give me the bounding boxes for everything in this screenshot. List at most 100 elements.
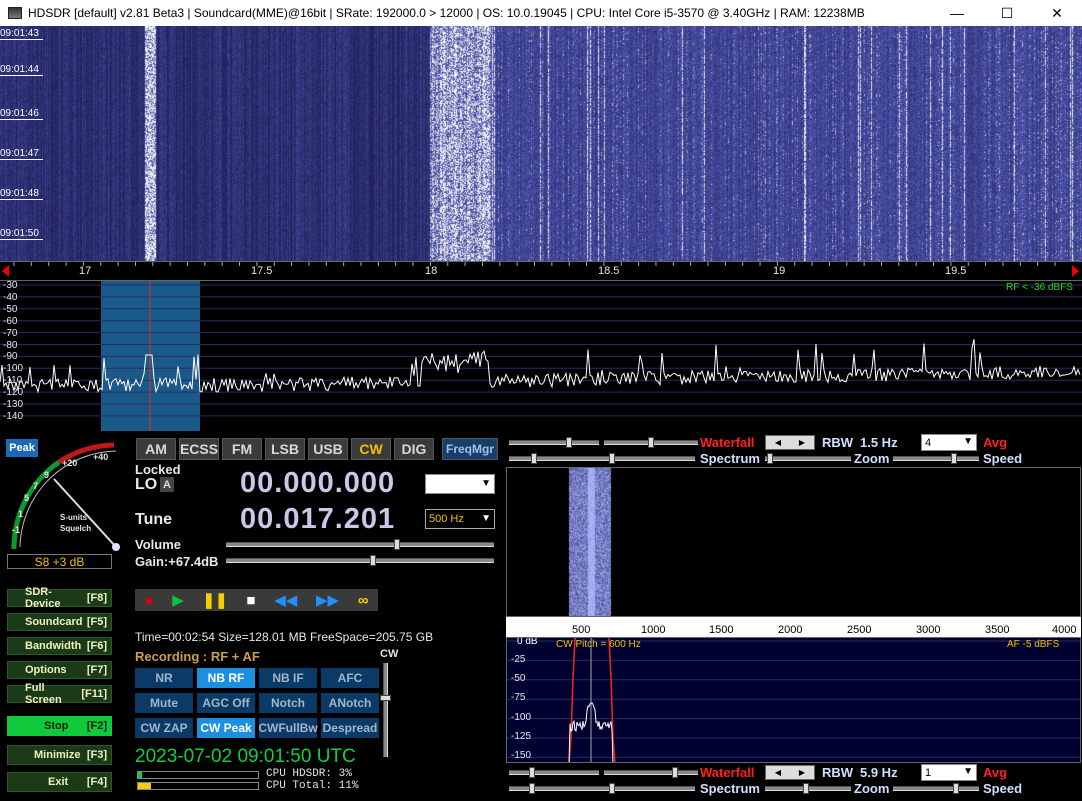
rf-speed-slider[interactable] [893, 453, 979, 464]
lo-step-dropdown[interactable]: ▼ [425, 474, 495, 494]
mute-button[interactable]: Mute [135, 693, 193, 713]
af-freq-label: 3500 [985, 624, 1010, 636]
rf-waterfall-slider-2[interactable] [604, 437, 698, 448]
rf-spectrum-slider[interactable] [509, 453, 695, 464]
rf-spectrum[interactable]: -30 -40 -50 -60 -70 -80 -90 -100 -110 -120 -130 -14… [0, 280, 1082, 431]
pause-icon[interactable]: ❚❚ [202, 591, 227, 609]
slider-thumb[interactable] [672, 767, 678, 778]
af-scale: 500 1000 1500 2000 2500 3000 3500 4000 [506, 617, 1081, 637]
right-arrow-icon[interactable]: ▶ [799, 438, 805, 447]
close-window-button[interactable]: ✕ [1032, 0, 1082, 26]
soundcard-button[interactable]: Soundcard [F5] [7, 613, 112, 631]
button-key: [F3] [86, 749, 107, 761]
slider-thumb[interactable] [529, 783, 535, 794]
cw-slider-thumb[interactable] [380, 695, 391, 701]
fast-forward-icon[interactable]: ▶▶ [316, 591, 339, 609]
bandwidth-button[interactable]: Bandwidth [F6] [7, 637, 112, 655]
gain-slider[interactable] [226, 555, 494, 566]
slider-thumb[interactable] [951, 453, 957, 464]
af-waterfall-slider-2[interactable] [604, 767, 698, 778]
af-spectrum-slider[interactable] [509, 783, 695, 794]
slider-thumb[interactable] [953, 783, 959, 794]
rf-waterfall-canvas[interactable] [0, 26, 1082, 261]
nr-button[interactable]: NR [135, 668, 193, 688]
anotch-button[interactable]: ANotch [321, 693, 379, 713]
af-waterfall-canvas[interactable] [507, 468, 1080, 616]
slider-thumb[interactable] [531, 453, 537, 464]
loop-icon[interactable]: ∞ [358, 592, 369, 609]
cw-peak-button[interactable]: CW Peak [197, 718, 255, 738]
sdr-device-button[interactable]: SDR-Device [F8] [7, 586, 112, 610]
mode-fm-button[interactable]: FM [222, 438, 262, 460]
rf-zoom-slider[interactable] [765, 453, 851, 464]
slider-thumb[interactable] [566, 437, 572, 448]
waterfall-time-label: 09:01:44 [0, 64, 43, 76]
af-waterfall-slider-1[interactable] [509, 767, 599, 778]
volume-slider[interactable] [226, 539, 494, 550]
tune-step-dropdown[interactable]: 500 Hz ▼ [425, 509, 495, 529]
left-arrow-icon[interactable]: ◀ [775, 438, 781, 447]
exit-button[interactable]: Exit [F4] [7, 772, 112, 792]
record-icon[interactable]: ● [144, 592, 153, 609]
rf-avg-dropdown[interactable]: 4 ▼ [921, 434, 977, 451]
mode-usb-button[interactable]: USB [308, 438, 348, 460]
frequency-scale[interactable]: 17 17.5 18 18.5 19 19.5 [0, 261, 1082, 281]
slider-thumb[interactable] [648, 437, 654, 448]
nb-rf-button[interactable]: NB RF [197, 668, 255, 688]
play-icon[interactable]: ▶ [172, 591, 184, 609]
slider-thumb[interactable] [529, 767, 535, 778]
despread-button[interactable]: Despread [321, 718, 379, 738]
recorder-info: Time=00:02:54 Size=128.01 MB FreeSpace=2… [135, 630, 434, 644]
slider-thumb[interactable] [609, 453, 615, 464]
maximize-window-button[interactable]: ☐ [982, 0, 1032, 26]
chevron-down-icon: ▼ [963, 436, 973, 447]
full-screen-button[interactable]: Full Screen [F11] [7, 682, 112, 706]
af-waterfall[interactable] [506, 467, 1081, 617]
nb-if-button[interactable]: NB IF [259, 668, 317, 688]
af-spectrum[interactable]: 0 dB -25 -50 -75 -100 -125 -150 CW Pitch… [506, 637, 1081, 763]
minimize-button[interactable]: Minimize [F3] [7, 745, 112, 765]
cw-slider[interactable] [380, 663, 391, 757]
rf-waterfall-slider-1[interactable] [509, 437, 599, 448]
lo-frequency-display[interactable]: 00.000.000 [240, 467, 395, 500]
rf-spectrum-label: Spectrum [700, 451, 760, 466]
af-speed-label: Speed [983, 781, 1023, 796]
af-avg-dropdown[interactable]: 1 ▼ [921, 764, 977, 781]
mode-lsb-button[interactable]: LSB [265, 438, 305, 460]
mode-cw-button[interactable]: CW [351, 438, 391, 460]
rewind-icon[interactable]: ◀◀ [274, 591, 297, 609]
minimize-window-button[interactable]: — [932, 0, 982, 26]
mode-am-button[interactable]: AM [136, 438, 176, 460]
options-button[interactable]: Options [F7] [7, 661, 112, 679]
rf-spectrum-svg[interactable] [0, 281, 1082, 431]
gain-slider-thumb[interactable] [370, 555, 376, 566]
af-db-label: 0 dB [517, 637, 538, 647]
agc-button[interactable]: AGC Off [197, 693, 255, 713]
freqmgr-button[interactable]: FreqMgr [442, 438, 498, 460]
rf-waterfall[interactable]: 09:01:43 09:01:44 09:01:46 09:01:47 09:0… [0, 26, 1082, 261]
volume-slider-thumb[interactable] [394, 539, 400, 550]
af-speed-slider[interactable] [893, 783, 979, 794]
mode-ecss-button[interactable]: ECSS [179, 438, 219, 460]
rf-avg-label: Avg [983, 435, 1008, 450]
spectrum-db-label: -100 [3, 363, 24, 375]
rf-rbw-stepper[interactable]: ◀ ▶ [765, 435, 815, 450]
af-spectrum-svg[interactable] [507, 638, 1081, 763]
slider-thumb[interactable] [767, 453, 773, 464]
right-arrow-icon[interactable]: ▶ [799, 768, 805, 777]
af-zoom-slider[interactable] [765, 783, 851, 794]
left-arrow-icon[interactable]: ◀ [775, 768, 781, 777]
cw-fullbw-button[interactable]: CWFullBw [258, 718, 318, 738]
af-rbw-stepper[interactable]: ◀ ▶ [765, 765, 815, 780]
tune-frequency-display[interactable]: 00.017.201 [240, 503, 395, 536]
stop-button[interactable]: Stop [F2] [7, 716, 112, 736]
cpu-hdsdr-readout: CPU HDSDR: 3% [266, 768, 352, 780]
lo-lock-a-button[interactable]: A [160, 477, 174, 492]
slider-thumb[interactable] [609, 783, 615, 794]
notch-button[interactable]: Notch [259, 693, 317, 713]
mode-dig-button[interactable]: DIG [394, 438, 434, 460]
stop-icon[interactable]: ■ [246, 592, 255, 609]
afc-button[interactable]: AFC [321, 668, 379, 688]
cw-zap-button[interactable]: CW ZAP [135, 718, 193, 738]
slider-thumb[interactable] [803, 783, 809, 794]
